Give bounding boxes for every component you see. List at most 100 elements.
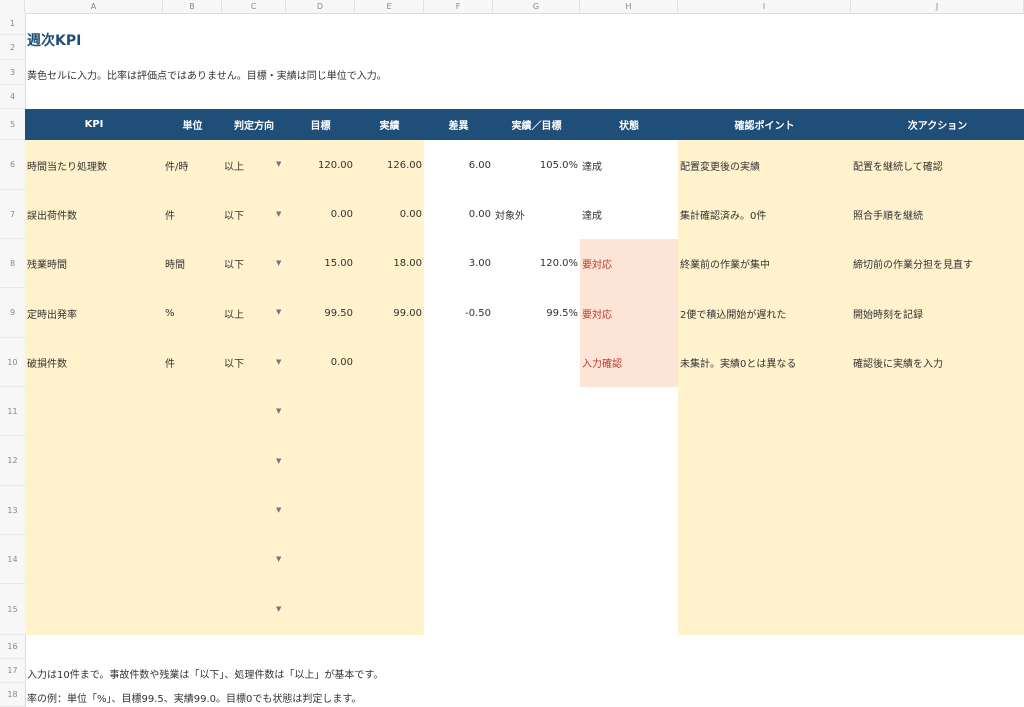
column-header-h[interactable]: H xyxy=(580,0,678,13)
check-point-value: 終業前の作業が集中 xyxy=(680,260,770,271)
row-header[interactable]: 17 xyxy=(0,659,25,683)
cell-ratio[interactable]: 対象外 xyxy=(493,190,580,239)
column-header-i[interactable]: I xyxy=(678,0,851,13)
cell-status[interactable]: 達成 xyxy=(580,140,678,190)
row-header[interactable]: 3 xyxy=(0,60,25,85)
cell-status[interactable]: 入力確認 xyxy=(580,338,678,387)
column-header-b[interactable]: B xyxy=(163,0,222,13)
header-target[interactable]: 目標 xyxy=(286,109,355,140)
dropdown-arrow-icon[interactable]: ▼ xyxy=(276,407,281,415)
cell-diff[interactable]: 6.00 xyxy=(424,140,493,190)
cell-kpi[interactable]: 残業時間 xyxy=(25,239,163,288)
cell-target[interactable]: 99.50 xyxy=(286,288,355,338)
dropdown-arrow-icon[interactable]: ▼ xyxy=(276,457,281,465)
spreadsheet: A B C D E F G H I J 1 2 3 4 5 6 7 8 9 10… xyxy=(0,0,1024,707)
cell-kpi[interactable]: 定時出発率 xyxy=(25,288,163,338)
row-header[interactable]: 6 xyxy=(0,140,25,190)
row-header[interactable]: 10 xyxy=(0,338,25,387)
cell-next-action[interactable]: 配置を継続して確認 xyxy=(851,140,1024,190)
cell-actual[interactable]: 99.00 xyxy=(355,288,424,338)
header-direction[interactable]: 判定方向 xyxy=(222,109,286,140)
cell-diff[interactable]: -0.50 xyxy=(424,288,493,338)
column-header-a[interactable]: A xyxy=(25,0,163,13)
header-unit[interactable]: 単位 xyxy=(163,109,222,140)
cell-target[interactable]: 120.00 xyxy=(286,140,355,190)
row-header[interactable]: 9 xyxy=(0,288,25,338)
cell-actual[interactable] xyxy=(355,338,424,387)
cell-check-point[interactable]: 配置変更後の実績 xyxy=(678,140,851,190)
header-check-point[interactable]: 確認ポイント xyxy=(678,109,851,140)
row-header[interactable]: 18 xyxy=(0,683,25,707)
kpi-name: 時間当たり処理数 xyxy=(27,161,107,173)
cell-check-point[interactable]: 2便で積込開始が遅れた xyxy=(678,288,851,338)
row-header[interactable]: 4 xyxy=(0,85,25,109)
cell-diff[interactable]: 0.00 xyxy=(424,190,493,239)
cell-unit[interactable]: 時間 xyxy=(163,239,222,288)
row-header[interactable]: 1 xyxy=(0,13,25,35)
header-diff[interactable]: 差異 xyxy=(424,109,493,140)
cell-ratio[interactable]: 105.0% xyxy=(493,140,580,190)
cell-diff[interactable]: 3.00 xyxy=(424,239,493,288)
cell-actual[interactable]: 0.00 xyxy=(355,190,424,239)
cell-ratio[interactable] xyxy=(493,338,580,387)
cell-check-point[interactable]: 集計確認済み。0件 xyxy=(678,190,851,239)
cell-unit[interactable]: 件 xyxy=(163,338,222,387)
cell-status[interactable]: 要対応 xyxy=(580,239,678,288)
dropdown-arrow-icon[interactable]: ▼ xyxy=(276,210,281,218)
row-header[interactable]: 7 xyxy=(0,190,25,239)
cell-ratio[interactable]: 120.0% xyxy=(493,239,580,288)
cell-check-point[interactable]: 終業前の作業が集中 xyxy=(678,239,851,288)
cell-actual[interactable]: 18.00 xyxy=(355,239,424,288)
cell-unit[interactable]: % xyxy=(163,288,222,338)
dropdown-arrow-icon[interactable]: ▼ xyxy=(276,605,281,613)
column-header-g[interactable]: G xyxy=(493,0,580,13)
cell-actual[interactable]: 126.00 xyxy=(355,140,424,190)
row-header[interactable]: 2 xyxy=(0,35,25,60)
column-header-c[interactable]: C xyxy=(222,0,286,13)
dropdown-arrow-icon[interactable]: ▼ xyxy=(276,308,281,316)
column-header-f[interactable]: F xyxy=(424,0,493,13)
header-status[interactable]: 状態 xyxy=(580,109,678,140)
cell-kpi[interactable]: 誤出荷件数 xyxy=(25,190,163,239)
header-kpi[interactable]: KPI xyxy=(25,109,163,140)
row-header[interactable]: 11 xyxy=(0,387,25,436)
column-header-j[interactable]: J xyxy=(851,0,1024,13)
row-header[interactable]: 14 xyxy=(0,535,25,584)
check-point-value: 集計確認済み。0件 xyxy=(680,211,767,222)
cell-unit[interactable]: 件/時 xyxy=(163,140,222,190)
cell-diff[interactable] xyxy=(424,338,493,387)
row-header[interactable]: 8 xyxy=(0,239,25,288)
cell-status[interactable]: 要対応 xyxy=(580,288,678,338)
cell-status[interactable]: 達成 xyxy=(580,190,678,239)
dropdown-arrow-icon[interactable]: ▼ xyxy=(276,506,281,514)
unit-value: 件/時 xyxy=(165,161,189,173)
cell-next-action[interactable]: 照合手順を継続 xyxy=(851,190,1024,239)
cell-target[interactable]: 0.00 xyxy=(286,190,355,239)
header-actual[interactable]: 実績 xyxy=(355,109,424,140)
column-header-e[interactable]: E xyxy=(355,0,424,13)
dropdown-arrow-icon[interactable]: ▼ xyxy=(276,555,281,563)
cell-kpi[interactable]: 破損件数 xyxy=(25,338,163,387)
cell-next-action[interactable]: 締切前の作業分担を見直す xyxy=(851,239,1024,288)
cell-target[interactable]: 15.00 xyxy=(286,239,355,288)
row-header[interactable]: 16 xyxy=(0,635,25,659)
row-header[interactable]: 13 xyxy=(0,486,25,535)
row-header[interactable]: 15 xyxy=(0,584,25,635)
column-header-d[interactable]: D xyxy=(286,0,355,13)
dropdown-arrow-icon[interactable]: ▼ xyxy=(276,259,281,267)
diff-value: -0.50 xyxy=(465,307,491,319)
header-next-action[interactable]: 次アクション xyxy=(851,109,1024,140)
cell-ratio[interactable]: 99.5% xyxy=(493,288,580,338)
row-header[interactable]: 12 xyxy=(0,436,25,486)
cell-target[interactable]: 0.00 xyxy=(286,338,355,387)
cell-kpi[interactable]: 時間当たり処理数 xyxy=(25,140,163,190)
dropdown-arrow-icon[interactable]: ▼ xyxy=(276,160,281,168)
cell-unit[interactable]: 件 xyxy=(163,190,222,239)
cell-next-action[interactable]: 開始時刻を記録 xyxy=(851,288,1024,338)
select-all-corner[interactable] xyxy=(0,0,25,13)
row-header[interactable]: 5 xyxy=(0,109,25,140)
dropdown-arrow-icon[interactable]: ▼ xyxy=(276,358,281,366)
cell-next-action[interactable]: 確認後に実績を入力 xyxy=(851,338,1024,387)
cell-check-point[interactable]: 未集計。実績0とは異なる xyxy=(678,338,851,387)
header-ratio[interactable]: 実績／目標 xyxy=(493,109,580,140)
